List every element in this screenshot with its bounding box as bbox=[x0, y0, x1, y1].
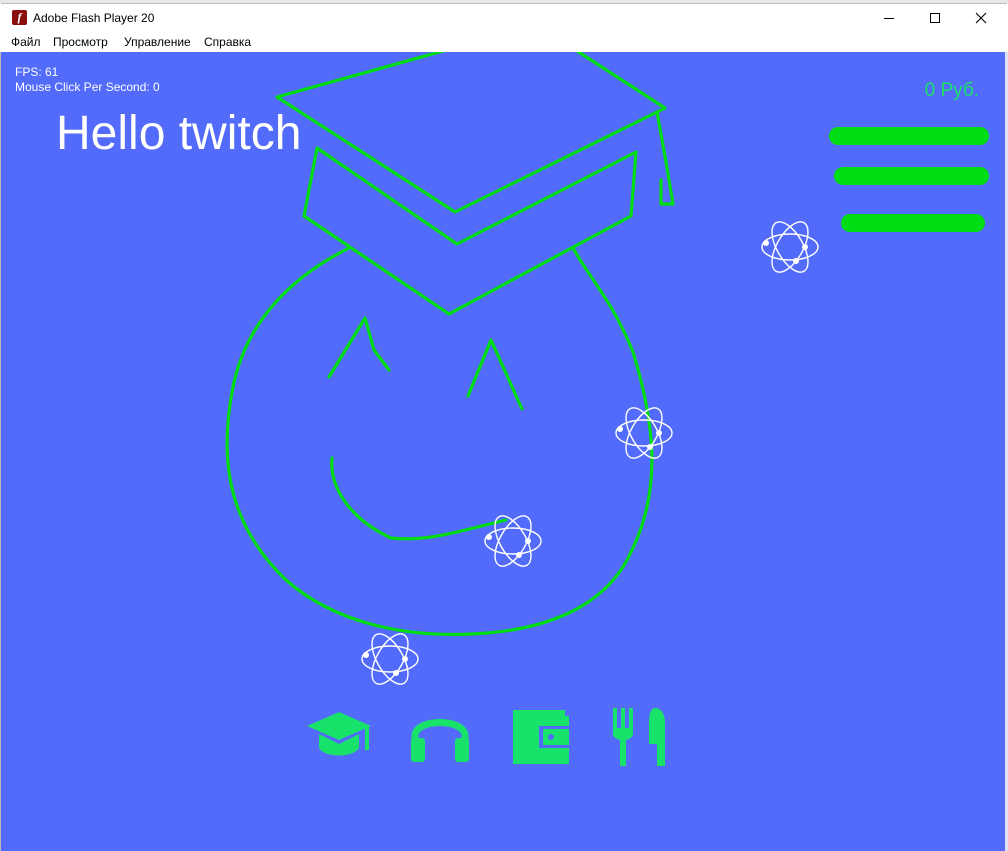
maximize-button[interactable] bbox=[912, 4, 958, 32]
wallet-icon[interactable] bbox=[509, 704, 575, 770]
cap-band bbox=[302, 146, 638, 316]
atom-icon[interactable] bbox=[482, 508, 544, 574]
graduation-cap-icon[interactable] bbox=[305, 704, 371, 770]
cap-board bbox=[275, 52, 667, 214]
flash-stage[interactable]: FPS: 61 Mouse Click Per Second: 0 Hello … bbox=[1, 52, 1005, 851]
headphones-icon[interactable] bbox=[407, 704, 473, 770]
right-eye bbox=[466, 338, 524, 411]
atom-icon[interactable] bbox=[613, 400, 675, 466]
flash-app-icon: f bbox=[12, 10, 27, 25]
left-eye bbox=[327, 316, 391, 379]
mouth bbox=[330, 456, 508, 541]
hamburger-line-middle bbox=[834, 167, 989, 185]
mouse-clicks-counter: Mouse Click Per Second: 0 bbox=[15, 80, 160, 94]
hamburger-line-top bbox=[829, 127, 989, 145]
menu-bar: Файл Просмотр Управление Справка bbox=[1, 32, 1007, 52]
atom-icon[interactable] bbox=[359, 626, 421, 692]
greeting-text: Hello twitch bbox=[56, 107, 302, 160]
minimize-icon bbox=[884, 18, 894, 19]
atom-icon[interactable] bbox=[759, 214, 821, 280]
window-title: Adobe Flash Player 20 bbox=[33, 11, 155, 25]
money-counter: 0 Руб. bbox=[924, 80, 979, 101]
menu-file[interactable]: Файл bbox=[11, 35, 41, 49]
menu-help[interactable]: Справка bbox=[204, 35, 251, 49]
hamburger-line-bottom bbox=[841, 214, 985, 232]
menu-view[interactable]: Просмотр bbox=[53, 35, 108, 49]
cap-tassel bbox=[655, 110, 675, 206]
close-button[interactable] bbox=[958, 4, 1004, 32]
minimize-button[interactable] bbox=[866, 4, 912, 32]
flash-player-window: f Adobe Flash Player 20 Файл Просмотр Уп… bbox=[0, 0, 1008, 851]
fps-counter: FPS: 61 bbox=[15, 65, 59, 79]
close-icon bbox=[975, 12, 987, 24]
fork-knife-icon[interactable] bbox=[609, 704, 675, 770]
menu-control[interactable]: Управление bbox=[124, 35, 191, 49]
maximize-icon bbox=[930, 13, 940, 23]
title-bar[interactable]: f Adobe Flash Player 20 bbox=[1, 3, 1007, 32]
